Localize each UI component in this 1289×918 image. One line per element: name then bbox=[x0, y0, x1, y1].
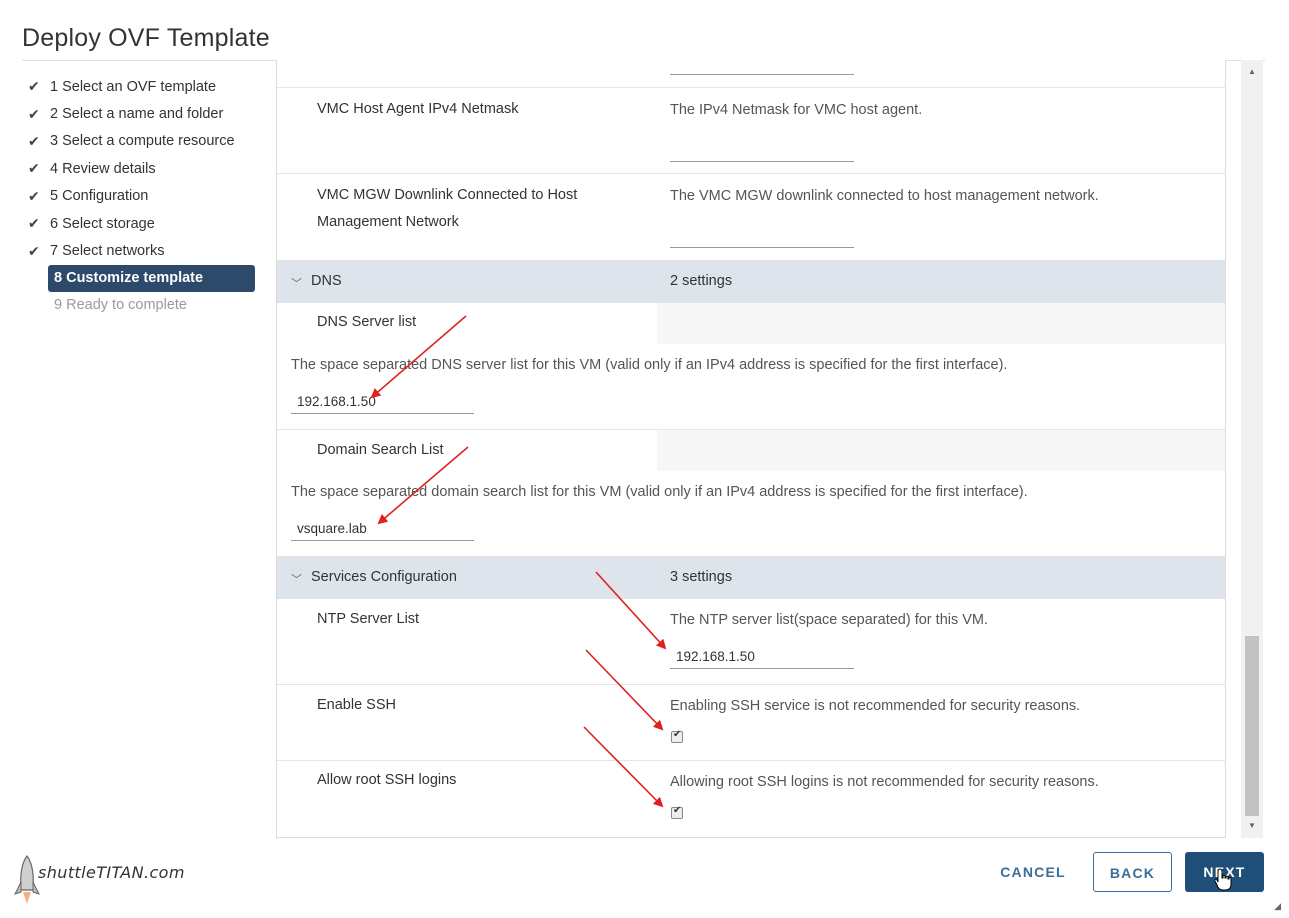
scroll-down-icon[interactable]: ▼ bbox=[1241, 818, 1263, 834]
property-description: The IPv4 Netmask for VMC host agent. bbox=[670, 102, 923, 118]
property-name: Allow root SSH logins bbox=[317, 772, 457, 788]
back-button[interactable]: BACK bbox=[1093, 852, 1172, 892]
vertical-scrollbar[interactable]: ▲ ▼ bbox=[1241, 60, 1263, 838]
step-7[interactable]: ✔ 7 Select networks bbox=[28, 237, 258, 264]
check-icon: ✔ bbox=[28, 215, 40, 232]
property-name: DNS Server list bbox=[317, 314, 417, 330]
template-properties-pane: VMC Host Agent IPv4 Netmask The IPv4 Net… bbox=[276, 60, 1226, 838]
vmc-netmask-input[interactable] bbox=[670, 161, 854, 162]
property-name: Enable SSH bbox=[317, 697, 396, 713]
dns-server-input[interactable] bbox=[291, 390, 474, 414]
section-title: DNS bbox=[311, 273, 342, 289]
property-row-partial bbox=[277, 60, 1225, 88]
property-row-vmc-mgw: VMC MGW Downlink Connected to Host Manag… bbox=[277, 174, 1225, 261]
watermark-logo: shuttleTITAN.com bbox=[12, 852, 212, 908]
row-shade bbox=[657, 303, 1225, 344]
property-row-domain-search: Domain Search List The space separated d… bbox=[277, 430, 1225, 557]
step-4[interactable]: ✔ 4 Review details bbox=[28, 155, 258, 182]
resize-grip-icon[interactable]: ◢ bbox=[1274, 901, 1281, 912]
property-description: The space separated domain search list f… bbox=[291, 484, 1028, 500]
property-name: Domain Search List bbox=[317, 442, 444, 458]
step-1[interactable]: ✔ 1 Select an OVF template bbox=[28, 73, 258, 100]
property-description: The NTP server list(space separated) for… bbox=[670, 612, 989, 628]
property-description: Enabling SSH service is not recommended … bbox=[670, 698, 1081, 714]
section-title: Services Configuration bbox=[311, 569, 457, 585]
section-count: 2 settings bbox=[670, 273, 733, 289]
section-dns[interactable]: ﹀ DNS 2 settings bbox=[277, 261, 1225, 303]
ntp-server-input[interactable] bbox=[670, 645, 854, 669]
step-6[interactable]: ✔ 6 Select storage bbox=[28, 210, 258, 237]
step-3[interactable]: ✔ 3 Select a compute resource bbox=[28, 128, 258, 155]
property-row-enable-ssh: Enable SSH Enabling SSH service is not r… bbox=[277, 685, 1225, 761]
dialog-title: Deploy OVF Template bbox=[22, 24, 270, 52]
property-description: The space separated DNS server list for … bbox=[291, 357, 1008, 373]
cancel-button[interactable]: CANCEL bbox=[986, 852, 1080, 892]
section-count: 3 settings bbox=[670, 569, 733, 585]
check-icon: ✔ bbox=[28, 105, 40, 122]
section-services[interactable]: ﹀ Services Configuration 3 settings bbox=[277, 557, 1225, 599]
scroll-thumb[interactable] bbox=[1245, 636, 1259, 816]
root-ssh-checkbox[interactable] bbox=[671, 805, 683, 819]
enable-ssh-checkbox[interactable] bbox=[671, 729, 683, 743]
property-description: Allowing root SSH logins is not recommen… bbox=[670, 774, 1099, 790]
wizard-steps: ✔ 1 Select an OVF template ✔ 2 Select a na… bbox=[28, 73, 258, 319]
chevron-down-icon[interactable]: ﹀ bbox=[291, 275, 302, 291]
property-name: NTP Server List bbox=[317, 611, 420, 627]
check-icon: ✔ bbox=[28, 78, 40, 95]
property-name: VMC Host Agent IPv4 Netmask bbox=[317, 101, 519, 117]
check-icon: ✔ bbox=[28, 132, 40, 149]
property-description: The VMC MGW downlink connected to host m… bbox=[670, 188, 1099, 204]
property-row-vmc-netmask: VMC Host Agent IPv4 Netmask The IPv4 Net… bbox=[277, 88, 1225, 174]
check-icon: ✔ bbox=[28, 160, 40, 177]
step-2[interactable]: ✔ 2 Select a name and folder bbox=[28, 100, 258, 127]
domain-search-input[interactable] bbox=[291, 517, 474, 541]
property-name-line2: Management Network bbox=[317, 214, 459, 230]
step-9: 9 Ready to complete bbox=[54, 297, 187, 314]
vmc-mgw-input[interactable] bbox=[670, 247, 854, 248]
chevron-down-icon[interactable]: ﹀ bbox=[291, 571, 302, 587]
input-underline[interactable] bbox=[670, 74, 854, 75]
property-name-line1: VMC MGW Downlink Connected to Host bbox=[317, 187, 578, 203]
hand-cursor-icon bbox=[1214, 868, 1232, 891]
property-row-root-ssh: Allow root SSH logins Allowing root SSH … bbox=[277, 761, 1225, 837]
check-icon: ✔ bbox=[28, 187, 40, 204]
step-5[interactable]: ✔ 5 Configuration bbox=[28, 183, 258, 210]
check-icon: ✔ bbox=[28, 242, 40, 259]
row-shade bbox=[657, 430, 1225, 471]
step-8-active[interactable]: 8 Customize template bbox=[48, 264, 255, 292]
scroll-up-icon[interactable]: ▲ bbox=[1241, 64, 1263, 80]
property-row-dns-server: DNS Server list The space separated DNS … bbox=[277, 303, 1225, 430]
property-row-ntp: NTP Server List The NTP server list(spac… bbox=[277, 599, 1225, 685]
